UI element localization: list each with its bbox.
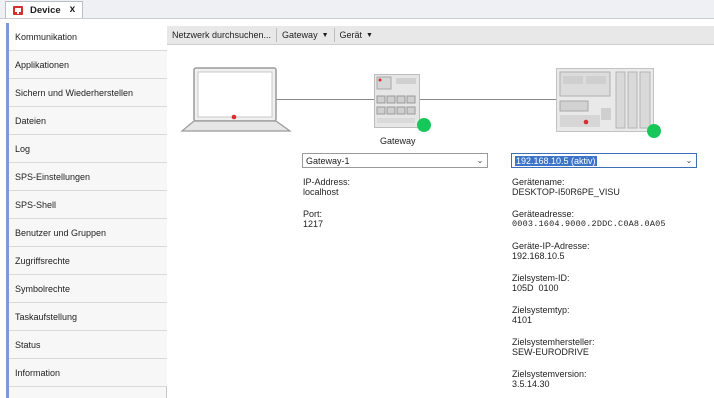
- sidebar-item-label: Kommunikation: [15, 31, 78, 42]
- target-version-label: Zielsystemversion:: [512, 369, 587, 379]
- sidebar-item-label: Taskaufstellung: [15, 311, 78, 322]
- gateway-select[interactable]: Gateway-1 ⌄: [302, 153, 488, 168]
- target-id-label: Zielsystem-ID:: [512, 273, 570, 283]
- gateway-select-value: Gateway-1: [306, 155, 350, 166]
- device-address-value: 0003.1604.9000.2DDC.C0A8.0A05: [512, 219, 666, 229]
- target-vendor-value: SEW-EURODRIVE: [512, 347, 589, 357]
- target-vendor-label: Zielsystemhersteller:: [512, 337, 595, 347]
- sidebar-item-sps-einstellungen[interactable]: SPS-Einstellungen: [9, 163, 167, 191]
- device-menu-button[interactable]: Gerät ▼: [335, 26, 378, 44]
- device-address-block: Geräteadresse: 0003.1604.9000.2DDC.C0A8.…: [512, 209, 666, 229]
- sidebar-item-taskaufstellung[interactable]: Taskaufstellung: [9, 303, 167, 331]
- gateway-menu-button[interactable]: Gateway ▼: [277, 26, 333, 44]
- sidebar-item-information[interactable]: Information: [9, 359, 167, 387]
- sidebar-item-zugriffsrechte[interactable]: Zugriffsrechte: [9, 247, 167, 275]
- gateway-ip-block: IP-Address: localhost: [303, 177, 350, 197]
- sidebar-item-label: Sichern und Wiederherstellen: [15, 87, 134, 98]
- sidebar-item-dateien[interactable]: Dateien: [9, 107, 167, 135]
- target-version-value: 3.5.14.30: [512, 379, 550, 389]
- gateway-status-indicator: [417, 118, 431, 132]
- tab-device[interactable]: Device x: [5, 1, 83, 18]
- computer-icon: [180, 67, 292, 135]
- target-type-label: Zielsystemtyp:: [512, 305, 570, 315]
- device-address-label: Geräteadresse:: [512, 209, 575, 219]
- communication-toolbar: Netzwerk durchsuchen... Gateway ▼ Gerät ▼: [167, 26, 714, 45]
- sidebar-item-applikationen[interactable]: Applikationen: [9, 51, 167, 79]
- chevron-down-icon[interactable]: ⌄: [682, 156, 696, 165]
- scan-network-button[interactable]: Netzwerk durchsuchen...: [167, 26, 276, 44]
- chevron-down-icon: ▼: [321, 31, 329, 39]
- device-select[interactable]: 192.168.10.5 (aktiv) ⌄: [511, 153, 697, 168]
- sidebar-item-kommunikation[interactable]: Kommunikation: [9, 23, 167, 51]
- sidebar-item-label: SPS-Einstellungen: [15, 171, 91, 182]
- gateway-port-block: Port: 1217: [303, 209, 323, 229]
- gateway-ip-label: IP-Address:: [303, 177, 351, 187]
- sidebar-item-label: Log: [15, 143, 31, 154]
- device-name-block: Gerätename: DESKTOP-I50R6PE_VISU: [512, 177, 620, 197]
- plc-device-icon: [556, 68, 654, 134]
- gateway-port-label: Port:: [303, 209, 323, 219]
- sidebar-item-label: Applikationen: [15, 59, 70, 70]
- sidebar-item-label: Dateien: [15, 115, 47, 126]
- gateway-port-value: 1217: [303, 219, 324, 229]
- target-type-value: 4101: [512, 315, 533, 325]
- sidebar: Kommunikation Applikationen Sichern und …: [6, 23, 167, 398]
- gateway-ip-value: localhost: [303, 187, 339, 197]
- target-type-block: Zielsystemtyp: 4101: [512, 305, 570, 325]
- device-ip-value: 192.168.10.5: [512, 251, 565, 261]
- chevron-down-icon[interactable]: ⌄: [473, 156, 487, 165]
- device-select-value: 192.168.10.5 (aktiv): [515, 155, 597, 166]
- device-name-value: DESKTOP-I50R6PE_VISU: [512, 187, 620, 197]
- target-id-value: 105D 0100: [512, 283, 559, 293]
- sidebar-item-label: Symbolrechte: [15, 283, 71, 294]
- scan-network-label: Netzwerk durchsuchen...: [172, 30, 272, 40]
- gateway-device-icon: [374, 74, 420, 130]
- sidebar-item-log[interactable]: Log: [9, 135, 167, 163]
- sidebar-item-label: Benutzer und Gruppen: [15, 227, 107, 238]
- sidebar-item-sichern[interactable]: Sichern und Wiederherstellen: [9, 79, 167, 107]
- sidebar-item-sps-shell[interactable]: SPS-Shell: [9, 191, 167, 219]
- tab-label: Device: [30, 4, 61, 16]
- gateway-caption: Gateway: [380, 136, 416, 146]
- sidebar-item-symbolrechte[interactable]: Symbolrechte: [9, 275, 167, 303]
- device-menu-label: Gerät: [339, 30, 363, 40]
- sidebar-item-label: Zugriffsrechte: [15, 255, 70, 266]
- sidebar-item-label: Status: [15, 339, 41, 350]
- gateway-menu-label: Gateway: [282, 30, 318, 40]
- target-id-block: Zielsystem-ID: 105D 0100: [512, 273, 570, 293]
- sidebar-item-label: SPS-Shell: [15, 199, 57, 210]
- sidebar-item-benutzer[interactable]: Benutzer und Gruppen: [9, 219, 167, 247]
- close-icon[interactable]: x: [70, 5, 76, 15]
- sidebar-item-label: Information: [15, 367, 61, 378]
- editor-tab-strip: Device x: [0, 0, 714, 19]
- device-name-label: Gerätename:: [512, 177, 565, 187]
- device-icon: [13, 5, 23, 15]
- connection-line: [420, 99, 556, 100]
- device-ip-label: Geräte-IP-Adresse:: [512, 241, 590, 251]
- device-status-indicator: [647, 124, 661, 138]
- sidebar-item-status[interactable]: Status: [9, 331, 167, 359]
- target-version-block: Zielsystemversion: 3.5.14.30: [512, 369, 587, 389]
- device-ip-block: Geräte-IP-Adresse: 192.168.10.5: [512, 241, 590, 261]
- chevron-down-icon: ▼: [366, 31, 373, 39]
- target-vendor-block: Zielsystemhersteller: SEW-EURODRIVE: [512, 337, 595, 357]
